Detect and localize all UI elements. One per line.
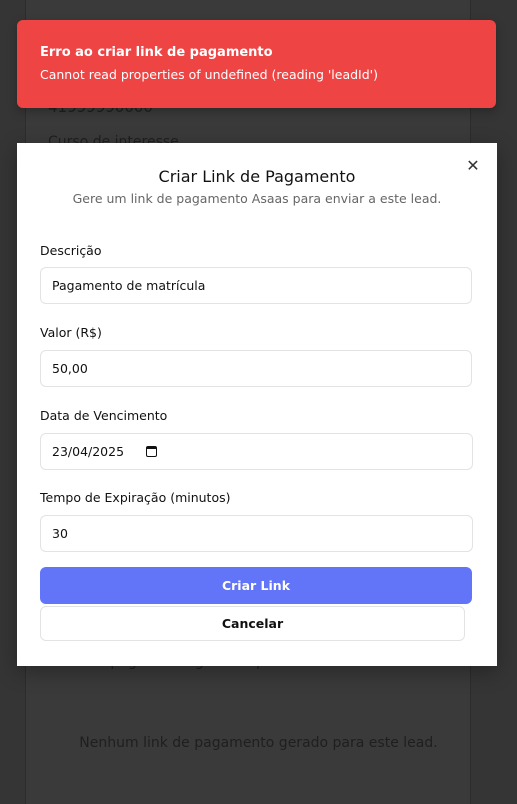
toast-title: Erro ao criar link de pagamento bbox=[40, 45, 273, 60]
description-label: Descrição bbox=[40, 243, 102, 258]
expiration-input[interactable]: 30 bbox=[40, 515, 473, 552]
amount-label: Valor (R$) bbox=[40, 325, 102, 340]
due-date-label: Data de Vencimento bbox=[40, 408, 168, 423]
modal-title: Criar Link de Pagamento bbox=[158, 167, 356, 186]
empty-payment-links-message: Nenhum link de pagamento gerado para est… bbox=[79, 735, 438, 751]
cancel-button[interactable]: Cancelar bbox=[40, 606, 465, 641]
error-toast: Erro ao criar link de pagamento Cannot r… bbox=[17, 20, 496, 108]
amount-input[interactable]: 50,00 bbox=[40, 350, 472, 387]
payment-link-modal: ✕ Criar Link de Pagamento Gere um link d… bbox=[17, 143, 497, 666]
expiration-label: Tempo de Expiração (minutos) bbox=[40, 490, 231, 505]
due-date-value: 23/04/2025 bbox=[52, 444, 125, 459]
expiration-value: 30 bbox=[52, 526, 68, 541]
modal-subtitle: Gere um link de pagamento Asaas para env… bbox=[72, 191, 442, 206]
calendar-icon[interactable] bbox=[146, 446, 158, 457]
due-date-input[interactable]: 23/04/2025 bbox=[40, 433, 473, 470]
toast-description: Cannot read properties of undefined (rea… bbox=[40, 67, 378, 82]
description-value: Pagamento de matrícula bbox=[52, 278, 206, 293]
amount-value: 50,00 bbox=[52, 361, 88, 376]
create-link-button[interactable]: Criar Link bbox=[40, 567, 472, 604]
description-input[interactable]: Pagamento de matrícula bbox=[40, 267, 472, 304]
